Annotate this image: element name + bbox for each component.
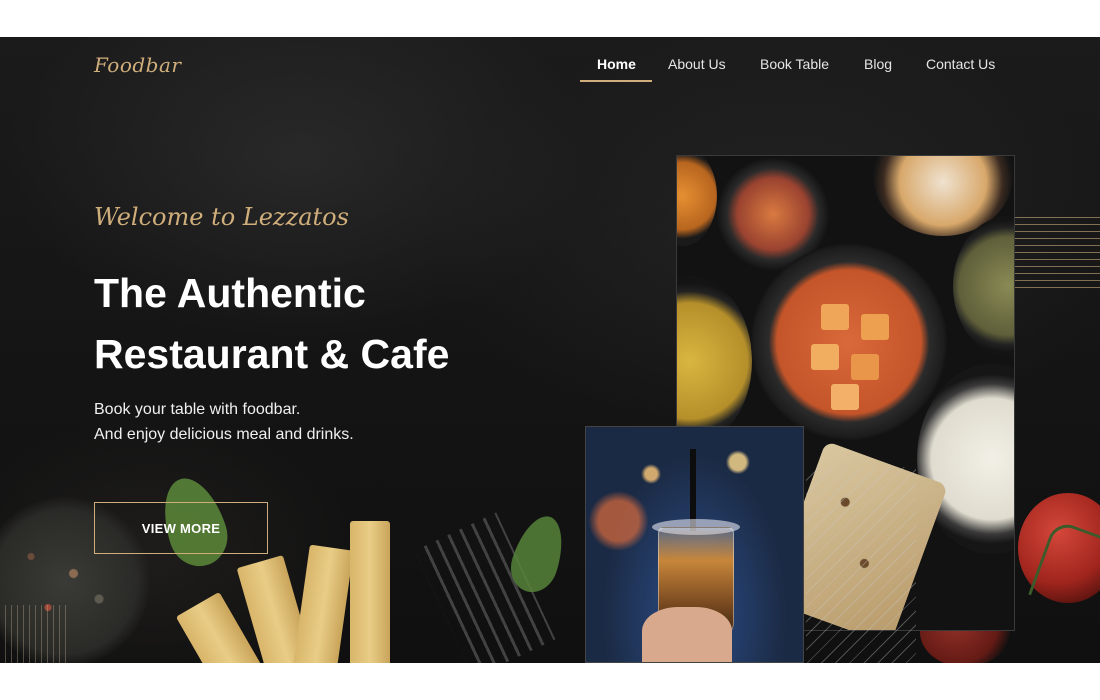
headline-line-1: The Authentic [94, 270, 366, 316]
hero-section: Foodbar Home About Us Book Table Blog Co… [0, 37, 1100, 663]
headline-line-2: Restaurant & Cafe [94, 331, 450, 377]
active-nav-indicator [580, 80, 652, 82]
paneer-curry-bowl [751, 244, 947, 440]
decorative-stripes [1015, 217, 1100, 289]
decorative-stripes [806, 467, 916, 663]
welcome-text: Welcome to Lezzatos [94, 203, 349, 231]
hero-headline: The Authentic Restaurant & Cafe [94, 263, 614, 385]
hand [642, 607, 732, 662]
pasta-image [290, 544, 354, 663]
nav-contact-us[interactable]: Contact Us [926, 56, 995, 72]
hero-subtext: Book your table with foodbar. And enjoy … [94, 397, 354, 447]
curry-bowl [677, 156, 717, 246]
subtext-line-2: And enjoy delicious meal and drinks. [94, 426, 354, 443]
nav-blog[interactable]: Blog [864, 56, 892, 72]
bubble-tea-photo [585, 426, 804, 663]
view-more-button[interactable]: VIEW MORE [94, 502, 268, 554]
logo[interactable]: Foodbar [94, 53, 181, 77]
saag-bowl [953, 216, 1014, 356]
dal-bowl [677, 276, 752, 446]
pasta-image [350, 521, 390, 663]
nav-book-table[interactable]: Book Table [760, 56, 829, 72]
nav-about-us[interactable]: About Us [668, 56, 726, 72]
nav-home[interactable]: Home [597, 56, 636, 72]
decorative-stripes [0, 605, 70, 663]
subtext-line-1: Book your table with foodbar. [94, 401, 301, 418]
